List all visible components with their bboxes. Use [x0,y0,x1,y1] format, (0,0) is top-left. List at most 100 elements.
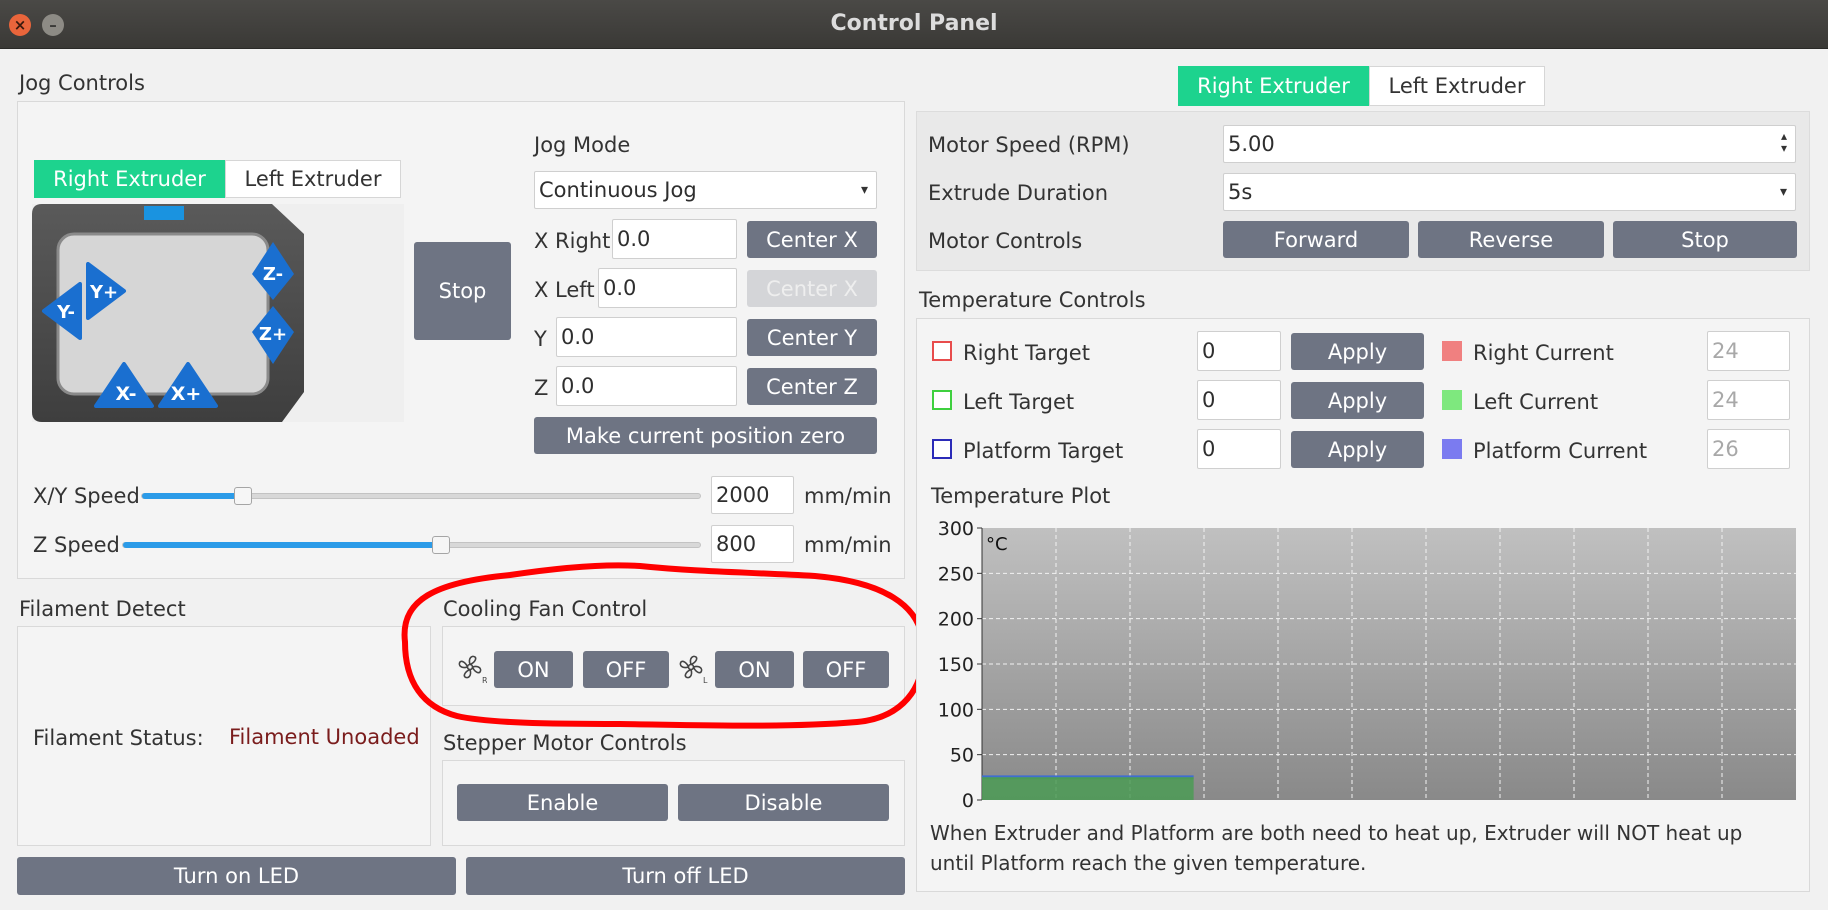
xy-speed-slider-handle[interactable] [234,487,252,505]
temperature-controls-title: Temperature Controls [919,288,1146,312]
x-right-input[interactable]: 0.0 [612,219,737,259]
motor-stop-button[interactable]: Stop [1613,221,1797,258]
plot-y-tick-label: 200 [938,609,974,631]
jog-x-minus-label: X- [116,383,137,405]
jog-y-minus-label: Y- [56,302,75,323]
platform-target-input[interactable]: 0 [1197,429,1281,469]
center-x-right-button[interactable]: Center X [747,221,877,258]
center-y-button[interactable]: Center Y [747,319,877,356]
platform-target-apply-button[interactable]: Apply [1291,431,1424,468]
z-input[interactable]: 0.0 [556,366,737,406]
jog-mode-value: Continuous Jog [539,178,697,202]
left-target-swatch [932,390,952,410]
jog-x-plus-button[interactable]: X+ [158,362,218,408]
stepper-enable-button[interactable]: Enable [457,784,668,821]
left-target-apply-button[interactable]: Apply [1291,382,1424,419]
z-label: Z [534,376,549,400]
jog-mode-label: Jog Mode [534,133,631,157]
extruder-tab-right[interactable]: Right Extruder [1178,66,1369,106]
left-current-label: Left Current [1473,390,1599,414]
jog-mode-select[interactable]: Continuous Jog [534,171,877,209]
plot-series [982,775,1194,800]
plot-y-tick-label: 300 [938,518,974,540]
jog-controls-title: Jog Controls [19,71,145,95]
temperature-plot-title: Temperature Plot [931,484,1111,508]
red-annotation-circle [401,562,927,729]
turn-off-led-button[interactable]: Turn off LED [466,857,905,895]
xy-speed-label: X/Y Speed [33,484,140,508]
extrude-duration-label: Extrude Duration [928,181,1109,205]
plot-y-tick-label: 100 [938,699,974,721]
jog-y-minus-button[interactable]: Y- [40,282,84,340]
motor-reverse-button[interactable]: Reverse [1418,221,1604,258]
window-title: Control Panel [830,11,998,36]
jog-z-minus-button[interactable]: Z- [250,240,296,302]
jog-z-minus-label: Z- [263,264,283,285]
x-left-label: X Left [534,278,595,302]
right-current-swatch [1442,341,1462,361]
plot-y-tick-label: 0 [962,790,974,810]
motor-speed-value: 5.00 [1228,132,1275,156]
z-speed-label: Z Speed [33,533,120,557]
xy-speed-input[interactable]: 2000 [711,476,794,514]
platform-current-value: 26 [1707,429,1790,469]
right-target-input[interactable]: 0 [1197,331,1281,371]
motor-speed-spinbox[interactable]: 5.00 [1223,125,1796,163]
platform-target-swatch [932,439,952,459]
jog-x-minus-button[interactable]: X- [94,362,154,408]
jog-stop-button[interactable]: Stop [414,242,511,340]
left-target-input[interactable]: 0 [1197,380,1281,420]
platform-target-label: Platform Target [963,439,1124,463]
turn-on-led-button[interactable]: Turn on LED [17,857,456,895]
platform-current-swatch [1442,439,1462,459]
right-target-swatch [932,341,952,361]
jog-tab-right-extruder[interactable]: Right Extruder [34,160,225,198]
jog-x-plus-label: X+ [171,383,202,405]
motor-forward-button[interactable]: Forward [1223,221,1409,258]
xy-speed-slider[interactable] [141,487,701,505]
filament-status-label: Filament Status: [33,726,204,750]
right-current-value: 24 [1707,331,1790,371]
jog-tab-left-extruder[interactable]: Left Extruder [225,160,401,198]
x-right-label: X Right [534,229,611,253]
plot-unit-label: °C [986,534,1008,555]
z-speed-slider-handle[interactable] [432,536,450,554]
z-speed-slider-fill [123,542,441,548]
filament-detect-title: Filament Detect [19,597,186,621]
left-current-value: 24 [1707,380,1790,420]
plot-series-area [982,778,1194,800]
z-speed-unit: mm/min [804,533,892,557]
z-speed-slider[interactable] [122,536,701,554]
x-left-input[interactable]: 0.0 [598,268,737,308]
make-position-zero-button[interactable]: Make current position zero [534,417,877,454]
stepper-motor-title: Stepper Motor Controls [443,731,687,755]
z-speed-input[interactable]: 800 [711,525,794,563]
left-current-swatch [1442,390,1462,410]
stepper-disable-button[interactable]: Disable [678,784,889,821]
temperature-plot: 0 50 100 150 200 250 300 °C [938,518,1796,810]
center-z-button[interactable]: Center Z [747,368,877,405]
plot-y-tick-label: 50 [950,745,974,767]
center-x-left-button[interactable]: Center X [747,270,877,307]
xy-speed-slider-fill [142,493,243,499]
extrude-duration-value: 5s [1228,180,1253,204]
right-target-label: Right Target [963,341,1090,365]
extruder-tab-left[interactable]: Left Extruder [1369,66,1545,106]
right-current-label: Right Current [1473,341,1614,365]
jog-z-plus-button[interactable]: Z+ [250,304,296,366]
jog-y-plus-label: Y+ [89,282,118,303]
right-target-apply-button[interactable]: Apply [1291,333,1424,370]
jog-y-plus-button[interactable]: Y+ [84,262,128,320]
platform-current-label: Platform Current [1473,439,1648,463]
motor-speed-label: Motor Speed (RPM) [928,133,1130,157]
plot-y-tick-label: 150 [938,654,974,676]
motor-controls-label: Motor Controls [928,229,1083,253]
jog-z-plus-label: Z+ [259,324,287,345]
heating-note: When Extruder and Platform are both need… [930,821,1743,875]
left-target-label: Left Target [963,390,1075,414]
plot-y-axis: 0 50 100 150 200 250 300 [938,518,983,810]
extrude-duration-select[interactable]: 5s [1223,173,1796,211]
y-input[interactable]: 0.0 [556,317,737,357]
xy-speed-unit: mm/min [804,484,892,508]
y-label: Y [534,327,547,351]
